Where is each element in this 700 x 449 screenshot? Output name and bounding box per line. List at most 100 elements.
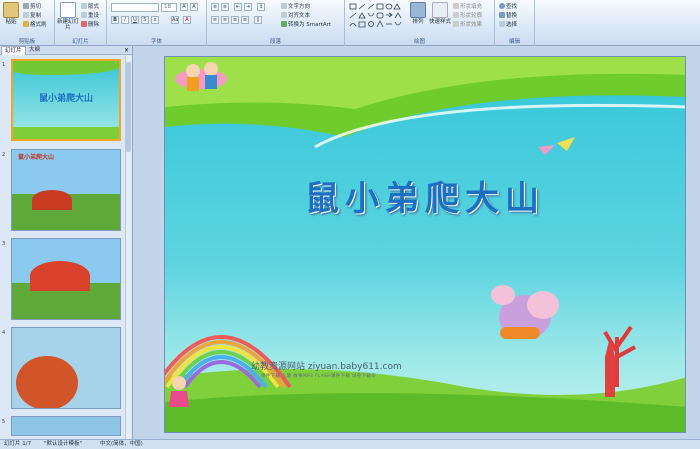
shape-effects-label: 形状效果 — [460, 22, 483, 28]
bold-button[interactable]: B — [111, 16, 119, 24]
smartart-icon — [281, 21, 287, 27]
line-spacing-button[interactable]: ↕ — [257, 3, 265, 11]
delete-button[interactable]: 删除 — [81, 20, 99, 28]
drawing-group-label: 绘图 — [413, 39, 425, 45]
tab-slides[interactable]: 幻灯片 — [1, 46, 26, 55]
align-right-button[interactable]: ≡ — [231, 16, 239, 24]
bullets-button[interactable]: ≡ — [211, 3, 219, 11]
layout-button[interactable]: 版式 — [81, 2, 99, 10]
align-text-label: 对齐文本 — [288, 13, 311, 19]
tree-illustration — [603, 325, 636, 397]
shrink-font-button[interactable]: A — [190, 3, 198, 11]
delete-icon — [81, 21, 87, 27]
shadow-button[interactable]: s — [151, 16, 159, 24]
layout-label: 版式 — [88, 4, 100, 10]
paragraph-group: ≡ ≡ ⇤ ⇥ ↕ ≡ ≡ ≡ ≡ ∥ 文字方向 对齐文本 转换为 SmartA… — [207, 0, 345, 46]
slide-number: 4 — [2, 330, 6, 336]
slide-thumbnail-2[interactable]: 鼠小弟爬大山 — [11, 149, 121, 231]
slide-thumbnail-3[interactable] — [11, 238, 121, 320]
tab-outline[interactable]: 大纲 — [26, 46, 43, 55]
shape-outline-button[interactable]: 形状轮廓 — [453, 11, 482, 19]
slide-thumbnail-5[interactable] — [11, 416, 121, 436]
arrange-icon — [410, 2, 426, 18]
new-slide-button[interactable]: 新建幻灯片 — [57, 2, 79, 31]
slide-thumbnail-1[interactable]: 鼠小弟爬大山 — [11, 59, 121, 141]
slide-editor: 鼠小弟爬大山 幼教资源网站 ziyuan.baby611.com 课件下载 儿歌… — [134, 46, 700, 439]
find-button[interactable]: 查找 — [499, 2, 517, 10]
smartart-button[interactable]: 转换为 SmartArt — [281, 20, 331, 28]
brush-icon — [23, 21, 29, 27]
mouse-illustration — [491, 285, 559, 339]
align-text-button[interactable]: 对齐文本 — [281, 11, 310, 19]
clipboard-group: 粘贴 剪切 复制 格式刷 剪贴板 — [0, 0, 55, 46]
reset-button[interactable]: 重设 — [81, 11, 99, 19]
quick-styles-label: 快速样式 — [429, 19, 452, 25]
select-button[interactable]: 选择 — [499, 20, 517, 28]
slide-number: 2 — [2, 152, 6, 158]
select-label: 选择 — [506, 22, 518, 28]
font-color-button[interactable]: A — [183, 16, 191, 24]
paste-button[interactable]: 粘贴 — [2, 2, 20, 25]
scissors-icon — [23, 3, 29, 9]
text-direction-button[interactable]: 文字方向 — [281, 2, 310, 10]
current-slide[interactable]: 鼠小弟爬大山 幼教资源网站 ziyuan.baby611.com 课件下载 儿歌… — [164, 56, 686, 433]
align-center-button[interactable]: ≡ — [221, 16, 229, 24]
editing-group: 查找 替换 选择 编辑 — [495, 0, 535, 46]
text-direction-label: 文字方向 — [288, 4, 311, 10]
arrange-label: 排列 — [412, 19, 424, 25]
theme-name: "默认设计模板" — [44, 441, 83, 447]
align-text-icon — [281, 12, 287, 18]
align-left-button[interactable]: ≡ — [211, 16, 219, 24]
grow-font-button[interactable]: A — [180, 3, 188, 11]
smartart-label: 转换为 SmartArt — [288, 22, 332, 28]
increase-indent-button[interactable]: ⇥ — [244, 3, 252, 11]
status-bar: 幻灯片 1/7 "默认设计模板" 中文(简体，中国) — [0, 439, 700, 449]
decrease-indent-button[interactable]: ⇤ — [234, 3, 242, 11]
underline-button[interactable]: U — [131, 16, 139, 24]
font-group: 18 A A B I U S s Aa A 字体 — [107, 0, 207, 46]
copy-label: 复制 — [30, 13, 42, 19]
editing-group-label: 编辑 — [508, 39, 520, 45]
cut-label: 剪切 — [30, 4, 42, 10]
find-icon — [499, 3, 505, 9]
change-case-button[interactable]: Aa — [171, 16, 179, 24]
thumb-title: 鼠小弟爬大山 — [18, 154, 55, 161]
strike-button[interactable]: S — [141, 16, 149, 24]
format-painter-button[interactable]: 格式刷 — [23, 20, 47, 28]
slides-group-label: 幻灯片 — [72, 39, 89, 45]
shape-fill-label: 形状填充 — [460, 4, 483, 10]
panel-scrollbar[interactable] — [125, 56, 131, 439]
shape-outline-label: 形状轮廓 — [460, 13, 483, 19]
cursor-icon — [499, 21, 505, 27]
font-name-box[interactable] — [111, 3, 159, 12]
find-label: 查找 — [506, 4, 518, 10]
slide-thumbnail-4[interactable] — [11, 327, 121, 409]
replace-label: 替换 — [506, 13, 518, 19]
shapes-gallery[interactable] — [349, 3, 405, 29]
shape-effects-button[interactable]: 形状效果 — [453, 20, 482, 28]
powerpoint-window: 粘贴 剪切 复制 格式刷 剪贴板 新建幻灯片 版式 重设 删除 幻灯片 18 A… — [0, 0, 700, 449]
replace-button[interactable]: 替换 — [499, 11, 517, 19]
clipboard-group-label: 剪贴板 — [18, 39, 36, 45]
quick-styles-icon — [432, 2, 448, 18]
language-indicator[interactable]: 中文(简体，中国) — [100, 440, 143, 449]
paragraph-group-label: 段落 — [269, 39, 281, 45]
font-size-box[interactable]: 18 — [161, 3, 177, 12]
close-panel-icon[interactable]: × — [124, 46, 129, 55]
cut-button[interactable]: 剪切 — [23, 2, 41, 10]
italic-button[interactable]: I — [121, 16, 129, 24]
numbering-button[interactable]: ≡ — [221, 3, 229, 11]
ribbon: 粘贴 剪切 复制 格式刷 剪贴板 新建幻灯片 版式 重设 删除 幻灯片 18 A… — [0, 0, 700, 46]
shape-fill-button[interactable]: 形状填充 — [453, 2, 482, 10]
justify-button[interactable]: ≡ — [241, 16, 249, 24]
columns-button[interactable]: ∥ — [254, 16, 262, 24]
arrange-button[interactable]: 排列 — [409, 2, 427, 25]
copy-button[interactable]: 复制 — [23, 11, 41, 19]
slide-title[interactable]: 鼠小弟爬大山 — [165, 171, 685, 220]
quick-styles-button[interactable]: 快速样式 — [429, 2, 451, 25]
paste-icon — [3, 2, 19, 18]
copy-icon — [23, 12, 29, 18]
scrollbar-thumb[interactable] — [126, 62, 131, 152]
reset-label: 重设 — [88, 13, 100, 19]
reset-icon — [81, 12, 87, 18]
